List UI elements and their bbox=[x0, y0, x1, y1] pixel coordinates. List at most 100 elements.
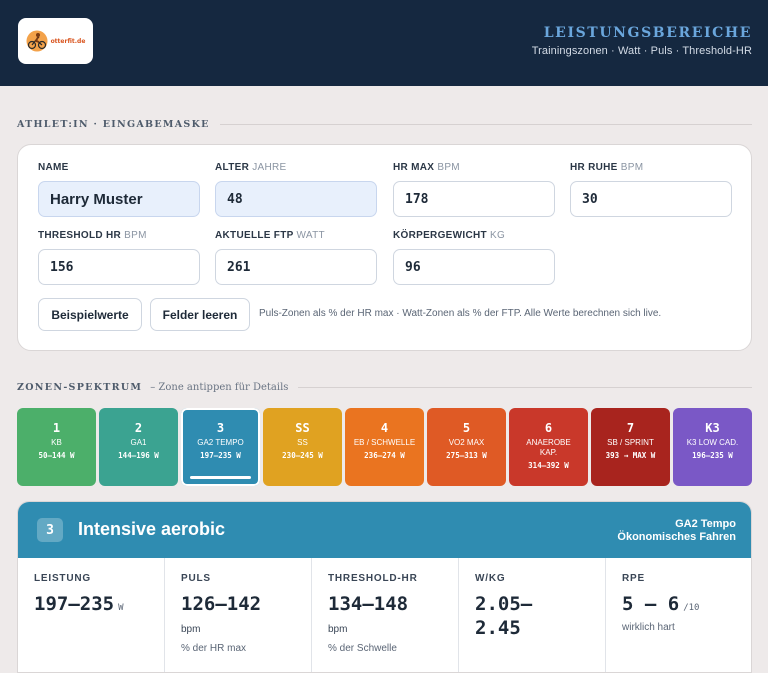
zone-detail-number: 3 bbox=[37, 518, 63, 542]
hr-max-field: HR MAX BPM 178 bbox=[393, 162, 555, 217]
zone-watts: 314–392 W bbox=[528, 461, 569, 470]
weight-label: KÖRPERGEWICHT bbox=[393, 230, 487, 241]
metric-leistung: LEISTUNG 197–235 W bbox=[18, 558, 165, 672]
zone-label: SB / SPRINT bbox=[607, 438, 654, 447]
cyclist-icon bbox=[26, 30, 48, 52]
hr-rest-field: HR RUHE BPM 30 bbox=[570, 162, 732, 217]
zone-detail-subtitle: GA2 Tempo Ökonomisches Fahren bbox=[617, 518, 736, 544]
form-hint: Puls-Zonen als % der HR max · Watt-Zonen… bbox=[259, 308, 662, 319]
metric-threshold-hr: THRESHOLD-HR 134–148 bpm % der Schwelle bbox=[312, 558, 459, 672]
zone-watts: 275–313 W bbox=[446, 451, 487, 460]
metric-wkg: W/KG 2.05– 2.45 bbox=[459, 558, 606, 672]
zone-detail-card: 3 Intensive aerobic GA2 Tempo Ökonomisch… bbox=[17, 501, 752, 673]
zone-detail-title: Intensive aerobic bbox=[78, 519, 226, 539]
age-label: ALTER bbox=[215, 162, 250, 173]
metric-value: 126–142 bbox=[181, 593, 262, 615]
zone-number: 2 bbox=[134, 421, 143, 435]
active-zone-indicator bbox=[190, 476, 251, 479]
weight-unit: KG bbox=[490, 230, 506, 241]
metric-label: RPE bbox=[622, 573, 645, 584]
zone-label: SS bbox=[297, 438, 308, 447]
page-subtitle: Trainingszonen · Watt · Puls · Threshold… bbox=[531, 45, 752, 57]
weight-input[interactable]: 96 bbox=[393, 249, 555, 285]
hr-max-unit: BPM bbox=[437, 162, 460, 173]
zone-tile-5[interactable]: 5 VO2 MAX 275–313 W bbox=[427, 408, 506, 486]
zone-watts: 50–144 W bbox=[38, 451, 75, 460]
zone-label: VO2 MAX bbox=[448, 438, 485, 447]
ftp-field: AKTUELLE FTP WATT 261 bbox=[215, 230, 377, 285]
age-field: ALTER JAHRE 48 bbox=[215, 162, 377, 217]
metric-unit: /10 bbox=[683, 603, 700, 613]
zone-tile-6[interactable]: 6 ANAEROBE KAP. 314–392 W bbox=[509, 408, 588, 486]
zone-number: 5 bbox=[462, 421, 471, 435]
metric-label: LEISTUNG bbox=[34, 573, 91, 584]
zone-tile-7[interactable]: 7 SB / SPRINT 393 → MAX W bbox=[591, 408, 670, 486]
metric-rpe: RPE 5 – 6/10 wirklich hart bbox=[606, 558, 751, 672]
zone-watts: 236–274 W bbox=[364, 451, 405, 460]
logo-text: otterfit.de bbox=[50, 37, 86, 45]
ftp-unit: WATT bbox=[296, 230, 325, 241]
threshold-hr-field: THRESHOLD HR BPM 156 bbox=[38, 230, 200, 285]
zone-tile-3[interactable]: 3 GA2 TEMPO 197–235 W bbox=[181, 408, 260, 486]
form-section-title: ATHLET:IN · EINGABEMASKE bbox=[17, 119, 210, 130]
hr-rest-input[interactable]: 30 bbox=[570, 181, 732, 217]
zone-number: 4 bbox=[380, 421, 389, 435]
threshold-hr-input[interactable]: 156 bbox=[38, 249, 200, 285]
threshold-hr-unit: BPM bbox=[124, 230, 147, 241]
zone-label: KB bbox=[51, 438, 62, 447]
zone-detail-purpose: Ökonomisches Fahren bbox=[617, 531, 736, 543]
logo[interactable]: otterfit.de bbox=[18, 18, 93, 64]
zone-number: 1 bbox=[52, 421, 61, 435]
metric-label: PULS bbox=[181, 573, 211, 584]
example-values-button[interactable]: Beispielwerte bbox=[38, 298, 142, 331]
metric-value-line2: 2.45 bbox=[475, 617, 521, 639]
zone-label: GA1 bbox=[130, 438, 147, 447]
zone-watts: 197–235 W bbox=[200, 451, 241, 460]
metric-value: 197–235 bbox=[34, 593, 115, 615]
zone-number: SS bbox=[295, 421, 310, 435]
hr-max-input[interactable]: 178 bbox=[393, 181, 555, 217]
zone-tile-4[interactable]: 4 EB / SCHWELLE 236–274 W bbox=[345, 408, 424, 486]
ftp-input[interactable]: 261 bbox=[215, 249, 377, 285]
zone-tile-1[interactable]: 1 KB 50–144 W bbox=[17, 408, 96, 486]
metric-note: % der HR max bbox=[181, 643, 247, 654]
metric-unit: W bbox=[118, 603, 124, 613]
zone-tile-k3[interactable]: K3 K3 LOW CAD. 196–235 W bbox=[673, 408, 752, 486]
spectrum-section-title: ZONEN-SPEKTRUM bbox=[17, 382, 143, 393]
zone-label: EB / SCHWELLE bbox=[353, 438, 416, 447]
form-section-header: ATHLET:IN · EINGABEMASKE bbox=[17, 119, 752, 130]
spectrum-section-desc: – Zone antippen für Details bbox=[150, 382, 289, 393]
zone-spectrum: 1 KB 50–144 W 2 GA1 144–196 W 3 GA2 TEMP… bbox=[17, 408, 752, 486]
divider bbox=[298, 387, 752, 388]
athlete-form-card: NAME Harry Muster ALTER JAHRE 48 HR MAX … bbox=[17, 144, 752, 351]
ftp-label: AKTUELLE FTP bbox=[215, 230, 294, 241]
page-title: LEISTUNGSBEREICHE bbox=[543, 25, 752, 41]
clear-fields-button[interactable]: Felder leeren bbox=[150, 298, 250, 331]
zone-number: K3 bbox=[705, 421, 720, 435]
spectrum-section-header: ZONEN-SPEKTRUM – Zone antippen für Detai… bbox=[17, 382, 752, 393]
name-input[interactable]: Harry Muster bbox=[38, 181, 200, 217]
zone-number: 7 bbox=[626, 421, 635, 435]
age-input[interactable]: 48 bbox=[215, 181, 377, 217]
zone-tile-2[interactable]: 2 GA1 144–196 W bbox=[99, 408, 178, 486]
metric-value: 5 – 6 bbox=[622, 593, 680, 615]
zone-number: 6 bbox=[544, 421, 553, 435]
name-field: NAME Harry Muster bbox=[38, 162, 200, 217]
name-label: NAME bbox=[38, 162, 69, 173]
weight-field: KÖRPERGEWICHT KG 96 bbox=[393, 230, 555, 285]
zone-detail-header: 3 Intensive aerobic GA2 Tempo Ökonomisch… bbox=[18, 502, 751, 558]
zone-number: 3 bbox=[216, 421, 225, 435]
metric-note: % der Schwelle bbox=[328, 643, 397, 654]
metric-unit: bpm bbox=[181, 624, 201, 635]
brand: LEISTUNGSBEREICHE Trainingszonen · Watt … bbox=[532, 25, 752, 57]
zone-label: K3 LOW CAD. bbox=[686, 438, 739, 447]
zone-detail-name: GA2 Tempo bbox=[675, 518, 736, 530]
zone-watts: 393 → MAX W bbox=[605, 451, 656, 460]
zone-tile-ss[interactable]: SS SS 230–245 W bbox=[263, 408, 342, 486]
age-unit: JAHRE bbox=[252, 162, 287, 173]
zone-watts: 230–245 W bbox=[282, 451, 323, 460]
metric-note: wirklich hart bbox=[622, 622, 675, 633]
header-bar: otterfit.de LEISTUNGSBEREICHE Trainingsz… bbox=[0, 0, 768, 86]
metric-value: 134–148 bbox=[328, 593, 409, 615]
metric-label: W/KG bbox=[475, 573, 506, 584]
